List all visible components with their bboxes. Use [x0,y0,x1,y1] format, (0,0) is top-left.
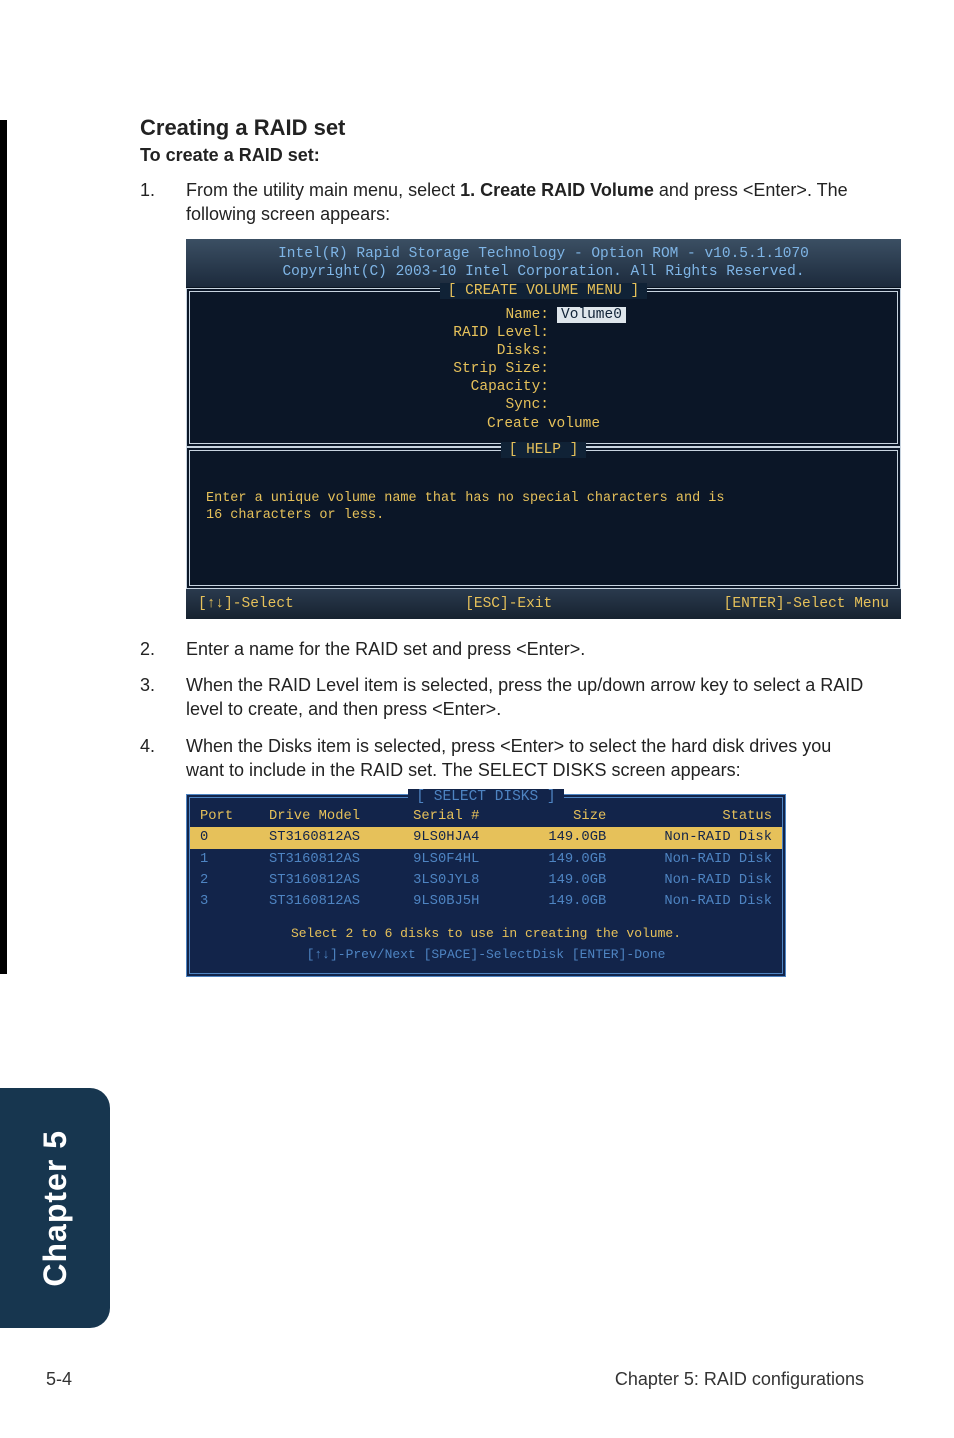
document-page: Creating a RAID set To create a RAID set… [0,0,954,1438]
console-header: Intel(R) Rapid Storage Technology - Opti… [186,239,901,288]
section-title-text: [ HELP ] [501,442,587,458]
foot-left: [↑↓]-Select [198,595,294,613]
table-cell: ST3160812AS [259,827,403,848]
form-row: Capacity: [206,378,881,396]
left-black-stripe [0,120,7,974]
page-footer: 5-4 Chapter 5: RAID configurations [46,1369,864,1390]
select-title: [ SELECT DISKS ] [190,788,782,806]
step-text-bold: 1. Create RAID Volume [460,180,654,200]
table-cell: 149.0GB [515,849,616,870]
table-cell: Non-RAID Disk [616,870,782,891]
table-row: 3ST3160812AS9LS0BJ5H149.0GBNon-RAID Disk [190,891,782,912]
table-header-cell: Port [190,806,259,827]
page-number: 5-4 [46,1369,72,1390]
table-header-cell: Size [515,806,616,827]
form-value [557,396,881,414]
console-section-help: [ HELP ] Enter a unique volume name that… [186,447,901,589]
section-title: [ CREATE VOLUME MENU ] [190,282,897,300]
form-label: Disks: [206,342,557,360]
table-cell: 1 [190,849,259,870]
section-title: [ HELP ] [190,441,897,459]
table-row: 1ST3160812AS9LS0F4HL149.0GBNon-RAID Disk [190,849,782,870]
step-text: When the RAID Level item is selected, pr… [186,673,864,722]
page-footer-right: Chapter 5: RAID configurations [615,1369,864,1390]
step-text-pre: From the utility main menu, select [186,180,460,200]
console-head-line1: Intel(R) Rapid Storage Technology - Opti… [194,245,893,263]
step-text: When the Disks item is selected, press <… [186,734,864,783]
step-text: Enter a name for the RAID set and press … [186,637,864,661]
form-center-label: Create volume [487,415,600,433]
table-header-cell: Serial # [403,806,515,827]
step-number: 2. [140,637,186,661]
table-cell: ST3160812AS [259,870,403,891]
table-cell: 3LS0JYL8 [403,870,515,891]
help-text-line1: Enter a unique volume name that has no s… [206,491,881,508]
form-value [557,342,881,360]
bios-console-select-disks: [ SELECT DISKS ] PortDrive ModelSerial #… [186,794,786,977]
form-row: Strip Size: [206,360,881,378]
form-row: Sync: [206,396,881,414]
form-label: RAID Level: [206,324,557,342]
form-value [557,378,881,396]
select-footer-1: Select 2 to 6 disks to use in creating t… [190,926,782,942]
form-value: Volume0 [557,306,881,324]
step-3: 3. When the RAID Level item is selected,… [140,673,864,722]
form-row: Create volume [206,415,881,433]
table-row: 0ST3160812AS9LS0HJA4149.0GBNon-RAID Disk [190,827,782,848]
bios-console-create-volume: Intel(R) Rapid Storage Technology - Opti… [186,239,901,619]
table-cell: 149.0GB [515,827,616,848]
table-cell: 0 [190,827,259,848]
step-number: 3. [140,673,186,722]
select-footer-2: [↑↓]-Prev/Next [SPACE]-SelectDisk [ENTER… [190,947,782,963]
disks-table: PortDrive ModelSerial #SizeStatus 0ST316… [190,806,782,912]
form-row: Name:Volume0 [206,306,881,324]
step-text: From the utility main menu, select 1. Cr… [186,178,864,227]
form-label: Sync: [206,396,557,414]
table-cell: 3 [190,891,259,912]
table-cell: 149.0GB [515,870,616,891]
table-header-cell: Status [616,806,782,827]
table-cell: 9LS0BJ5H [403,891,515,912]
table-cell: 9LS0HJA4 [403,827,515,848]
table-cell: 2 [190,870,259,891]
step-number: 1. [140,178,186,227]
console-head-line2: Copyright(C) 2003-10 Intel Corporation. … [194,263,893,281]
form-label: Name: [206,306,557,324]
foot-right: [ENTER]-Select Menu [724,595,889,613]
table-cell: Non-RAID Disk [616,849,782,870]
select-title-text: [ SELECT DISKS ] [408,789,563,805]
form-label: Capacity: [206,378,557,396]
table-cell: 149.0GB [515,891,616,912]
step-1: 1. From the utility main menu, select 1.… [140,178,864,227]
form-value [557,324,881,342]
table-cell: Non-RAID Disk [616,827,782,848]
table-cell: Non-RAID Disk [616,891,782,912]
chapter-sidebar-tab: Chapter 5 [0,1088,110,1328]
form-value [557,360,881,378]
step-4: 4. When the Disks item is selected, pres… [140,734,864,783]
chapter-sidebar-text: Chapter 5 [37,1130,74,1287]
form-row: Disks: [206,342,881,360]
section-title-text: [ CREATE VOLUME MENU ] [440,283,647,299]
console-footer: [↑↓]-Select [ESC]-Exit [ENTER]-Select Me… [186,589,901,619]
section-subheading: To create a RAID set: [140,145,864,166]
form-label: Strip Size: [206,360,557,378]
section-heading: Creating a RAID set [140,115,864,141]
form-row: RAID Level: [206,324,881,342]
table-cell: ST3160812AS [259,891,403,912]
select-disks-box: [ SELECT DISKS ] PortDrive ModelSerial #… [186,794,786,977]
table-cell: 9LS0F4HL [403,849,515,870]
step-number: 4. [140,734,186,783]
console-section-create: [ CREATE VOLUME MENU ] Name:Volume0RAID … [186,288,901,447]
help-text-line2: 16 characters or less. [206,508,881,525]
step-2: 2. Enter a name for the RAID set and pre… [140,637,864,661]
table-row: 2ST3160812AS3LS0JYL8149.0GBNon-RAID Disk [190,870,782,891]
foot-mid: [ESC]-Exit [465,595,552,613]
table-cell: ST3160812AS [259,849,403,870]
form-value-highlighted: Volume0 [557,307,626,323]
table-header-cell: Drive Model [259,806,403,827]
